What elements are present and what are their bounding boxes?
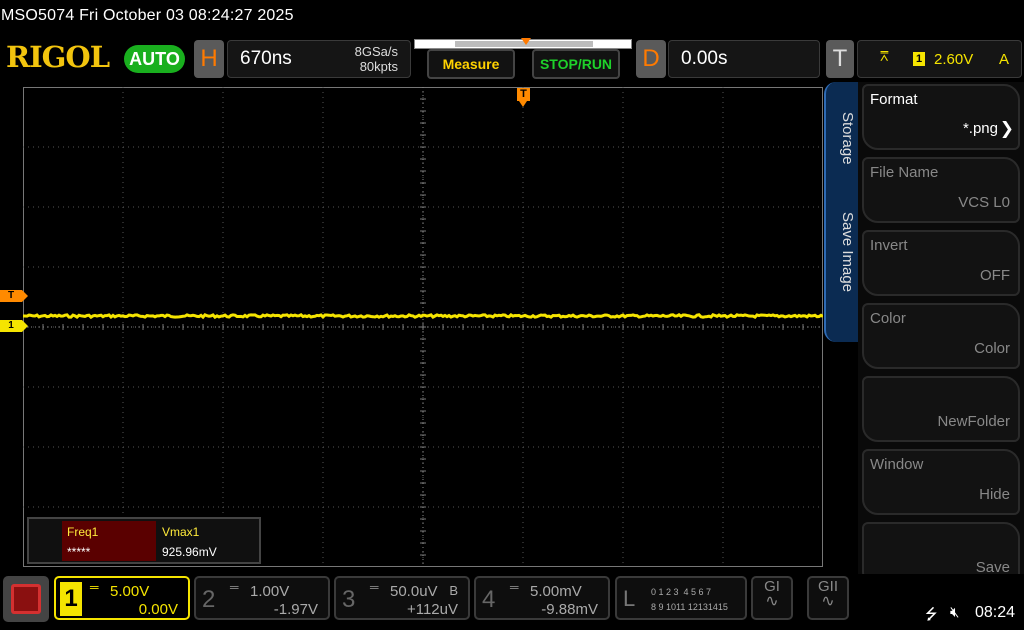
menu-color-value: Color — [974, 340, 1010, 357]
logic-key: L — [623, 586, 636, 611]
menu-color-title: Color — [870, 310, 906, 327]
channel3-offset: +112uV — [406, 601, 458, 618]
channel2-scale: 1.00V — [250, 583, 290, 600]
channel1-button[interactable]: 1 ═ 5.00V 0.00V — [54, 576, 190, 620]
channel1-number: 1 — [60, 582, 82, 616]
dc-coupling-icon: ═ — [90, 580, 98, 594]
mute-speaker-icon[interactable]: 🔇︎ — [950, 604, 959, 621]
chevron-right-icon: ❯ — [999, 119, 1014, 138]
trigger-level-marker[interactable]: T — [0, 290, 28, 302]
delay-value: 0.00s — [681, 48, 728, 69]
menu-invert-value: OFF — [980, 267, 1010, 284]
memory-overview-strip — [414, 38, 632, 49]
channel4-button[interactable]: 4 ═ 5.00mV -9.88mV — [474, 576, 610, 620]
grid-menu-icon — [11, 584, 41, 614]
graticule — [23, 87, 823, 567]
delay-key[interactable]: D — [636, 40, 666, 78]
menu-window-value: Hide — [979, 486, 1010, 503]
waveform-display[interactable] — [23, 87, 823, 567]
logic-bits-row1: 0 1 2 3 4 5 6 7 — [651, 587, 712, 597]
trigger-mode: A — [998, 51, 1009, 68]
menu-format[interactable]: Format *.png ❯ — [862, 84, 1020, 150]
channel3-number: 3 — [342, 586, 356, 613]
measure-button[interactable]: Measure — [427, 49, 515, 79]
channel4-scale: 5.00mV — [530, 583, 582, 600]
measurement-panel[interactable]: Freq1 ***** Vmax1 925.96mV — [27, 517, 261, 564]
channel1-trace — [23, 312, 823, 320]
dc-coupling-icon: ═ — [370, 580, 378, 594]
horizontal-panel[interactable]: 670ns 8GSa/s 80kpts — [227, 40, 411, 78]
menu-window-title: Window — [870, 456, 924, 473]
channel1-scale: 5.00V — [110, 583, 150, 600]
menu-file-name-value: VCS L0 — [958, 194, 1010, 211]
vmax-value: 925.96mV — [162, 545, 217, 559]
freq-label: Freq1 — [67, 525, 99, 539]
vmax-label: Vmax1 — [162, 525, 200, 539]
channel1-ground-marker[interactable]: 1 — [0, 320, 28, 332]
trigger-source-badge: 1 — [913, 52, 925, 66]
memory-depth: 80kpts — [359, 59, 398, 74]
channel2-offset: -1.97V — [273, 601, 318, 618]
timebase-value: 670ns — [240, 48, 292, 69]
trigger-panel[interactable]: ⩞ 1 2.60V A — [857, 40, 1022, 78]
logic-bits-row2: 8 9 1011 12131415 — [651, 602, 728, 612]
menu-format-value: *.png — [962, 120, 998, 137]
freq-value: ***** — [67, 545, 91, 559]
menu-side-tabs: Storage Save Image — [824, 82, 858, 342]
menu-format-title: Format — [870, 91, 918, 108]
channel3-button[interactable]: 3 ═ 50.0uV B +112uV — [334, 576, 470, 620]
generator1-button[interactable]: GI ∿ — [751, 576, 793, 620]
channel4-number: 4 — [482, 586, 496, 613]
trigger-key[interactable]: T — [826, 40, 854, 78]
channel1-offset: 0.00V — [138, 601, 178, 618]
usb-icon: ⭍ — [925, 606, 938, 623]
top-toolbar: RIGOL AUTO H 670ns 8GSa/s 80kpts Measure… — [0, 37, 1024, 81]
menu-new-folder[interactable]: NewFolder — [862, 376, 1020, 442]
trigger-position-marker — [521, 38, 531, 45]
channel3-scale: 50.0uV — [390, 583, 438, 600]
clock-time: 08:24 — [975, 604, 1016, 621]
title-bar: MSO5074 Fri October 03 08:24:27 2025 — [0, 0, 1024, 34]
sample-rate: 8GSa/s — [354, 44, 398, 59]
channel4-offset: -9.88mV — [541, 601, 598, 618]
channel2-number: 2 — [202, 586, 216, 613]
menu-file-name-title: File Name — [870, 164, 939, 181]
horizontal-key[interactable]: H — [194, 40, 224, 78]
auto-button[interactable]: AUTO — [124, 45, 185, 73]
bottom-channel-bar: 1 ═ 5.00V 0.00V 2 ═ 1.00V -1.97V 3 ═ 50.… — [0, 574, 1024, 630]
tab-save-image[interactable]: Save Image — [830, 212, 856, 292]
generator2-button[interactable]: GII ∿ — [807, 576, 849, 620]
channel2-button[interactable]: 2 ═ 1.00V -1.97V — [194, 576, 330, 620]
sine-wave-icon: ∿ — [765, 593, 779, 610]
trigger-level: 2.60V — [934, 51, 974, 68]
window-title: MSO5074 Fri October 03 08:24:27 2025 — [1, 7, 294, 24]
softkey-menu: Format *.png ❯ File Name VCS L0 Invert O… — [858, 82, 1024, 592]
trigger-position-indicator[interactable]: T — [517, 88, 530, 110]
grid-and-trace — [23, 87, 823, 567]
menu-new-folder-value: NewFolder — [937, 413, 1010, 430]
menu-invert-title: Invert — [870, 237, 908, 254]
menu-invert[interactable]: Invert OFF — [862, 230, 1020, 296]
sine-wave-icon: ∿ — [821, 593, 835, 610]
stop-run-button[interactable]: STOP/RUN — [532, 49, 620, 79]
logic-analyzer-button[interactable]: L 0 1 2 3 4 5 6 7 8 9 1011 12131415 — [615, 576, 747, 620]
dc-coupling-icon: ═ — [510, 580, 518, 594]
dc-coupling-icon: ═ — [230, 580, 238, 594]
menu-window[interactable]: Window Hide — [862, 449, 1020, 515]
delay-panel[interactable]: 0.00s — [668, 40, 820, 78]
menu-color[interactable]: Color Color — [862, 303, 1020, 369]
rigol-logo: RIGOL — [6, 40, 110, 74]
rising-edge-icon: ⩞ — [880, 48, 889, 64]
menu-file-name[interactable]: File Name VCS L0 — [862, 157, 1020, 223]
home-menu-button[interactable] — [3, 576, 49, 622]
tab-storage[interactable]: Storage — [830, 112, 856, 165]
channel3-bandwidth-limit: B — [449, 583, 458, 598]
